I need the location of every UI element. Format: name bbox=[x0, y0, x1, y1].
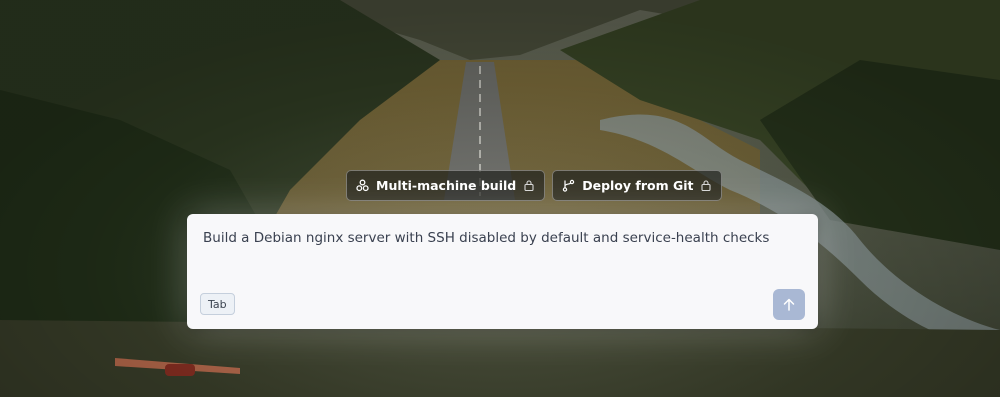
lock-icon bbox=[701, 180, 712, 191]
send-button[interactable] bbox=[773, 289, 805, 320]
deploy-from-git-chip[interactable]: Deploy from Git bbox=[552, 170, 723, 201]
tab-key-hint: Tab bbox=[200, 293, 235, 315]
chip-label: Multi-machine build bbox=[376, 178, 517, 193]
prompt-input[interactable]: Build a Debian nginx server with SSH dis… bbox=[203, 230, 783, 246]
chip-label: Deploy from Git bbox=[582, 178, 694, 193]
cluster-icon bbox=[356, 179, 369, 192]
arrow-up-icon bbox=[783, 298, 795, 311]
prompt-card: Build a Debian nginx server with SSH dis… bbox=[187, 214, 818, 329]
lock-icon bbox=[524, 180, 534, 191]
feature-chips: Multi-machine build Deploy from Git bbox=[346, 170, 723, 201]
git-branch-icon bbox=[562, 179, 575, 192]
multi-machine-build-chip[interactable]: Multi-machine build bbox=[346, 170, 546, 201]
